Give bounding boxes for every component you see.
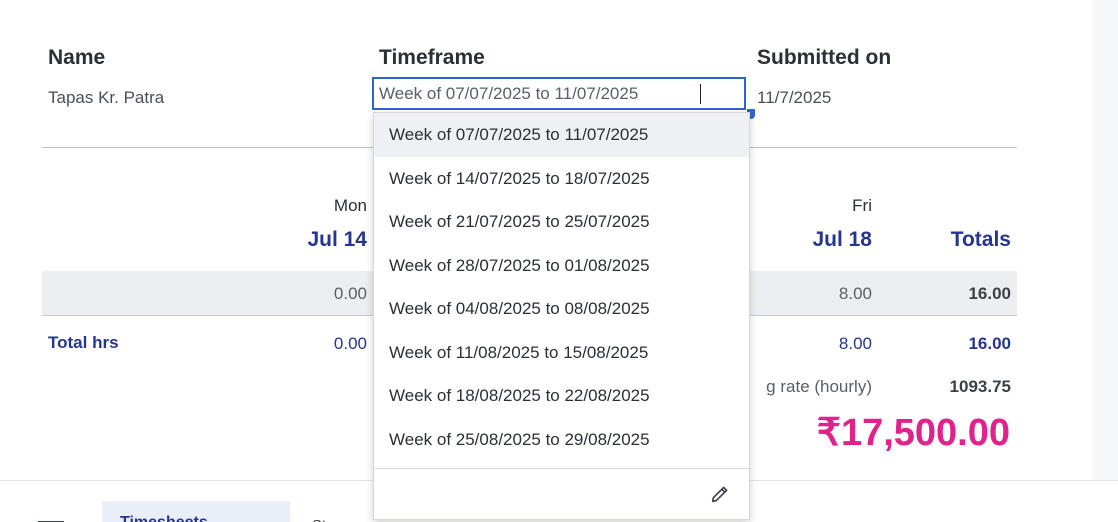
day-date-fri: Jul 18 (812, 228, 872, 251)
total-hrs-mon: 0.00 (333, 334, 367, 353)
name-value: Tapas Kr. Patra (48, 88, 165, 107)
entry-total-hours: 16.00 (968, 284, 1011, 303)
submitted-on-label: Submitted on (757, 46, 892, 69)
tab-timesheets-label: Timesheets (120, 514, 208, 522)
entry-fri-hours[interactable]: 8.00 (790, 284, 872, 304)
total-hrs-label: Total hrs (48, 333, 119, 352)
total-hrs-fri: 8.00 (838, 334, 872, 353)
dropdown-option[interactable]: Week of 04/08/2025 to 08/08/2025 (374, 287, 749, 331)
entry-mon-hours[interactable]: 0.00 (290, 284, 367, 304)
day-name-fri: Fri (852, 196, 872, 215)
day-date-mon: Jul 14 (307, 228, 367, 251)
dropdown-option[interactable]: Week of 11/08/2025 to 15/08/2025 (374, 331, 749, 375)
pencil-icon[interactable] (709, 483, 731, 505)
timeframe-dropdown: Week of 07/07/2025 to 11/07/2025 Week of… (373, 112, 750, 520)
totals-header: Totals (950, 228, 1011, 251)
timeframe-select[interactable]: Week of 07/07/2025 to 11/07/2025 (372, 77, 746, 110)
total-hrs-total: 16.00 (968, 334, 1011, 353)
total-amount: ₹17,500.00 (816, 412, 1010, 454)
dropdown-divider (374, 468, 749, 469)
dropdown-option[interactable]: Week of 14/07/2025 to 18/07/2025 (374, 157, 749, 201)
timesheet-page: Name Tapas Kr. Patra Timeframe Submitted… (0, 0, 1118, 522)
day-name-mon: Mon (333, 196, 367, 215)
billing-rate-value: 1093.75 (949, 377, 1011, 396)
timeframe-select-value: Week of 07/07/2025 to 11/07/2025 (379, 84, 639, 103)
text-caret (700, 84, 701, 104)
dropdown-option[interactable]: Week of 18/08/2025 to 22/08/2025 (374, 374, 749, 418)
tab-other[interactable]: St (312, 517, 326, 522)
tab-timesheets[interactable]: Timesheets (102, 501, 290, 522)
dropdown-option[interactable]: Week of 28/07/2025 to 01/08/2025 (374, 244, 749, 288)
dropdown-option[interactable]: Week of 21/07/2025 to 25/07/2025 (374, 200, 749, 244)
dropdown-option[interactable]: Week of 07/07/2025 to 11/07/2025 (374, 113, 749, 157)
submitted-on-value: 11/7/2025 (757, 88, 832, 107)
dropdown-option[interactable]: Week of 25/08/2025 to 29/08/2025 (374, 418, 749, 462)
timeframe-label: Timeframe (379, 46, 485, 69)
right-scroll-region (1092, 0, 1118, 522)
name-label: Name (48, 46, 106, 69)
